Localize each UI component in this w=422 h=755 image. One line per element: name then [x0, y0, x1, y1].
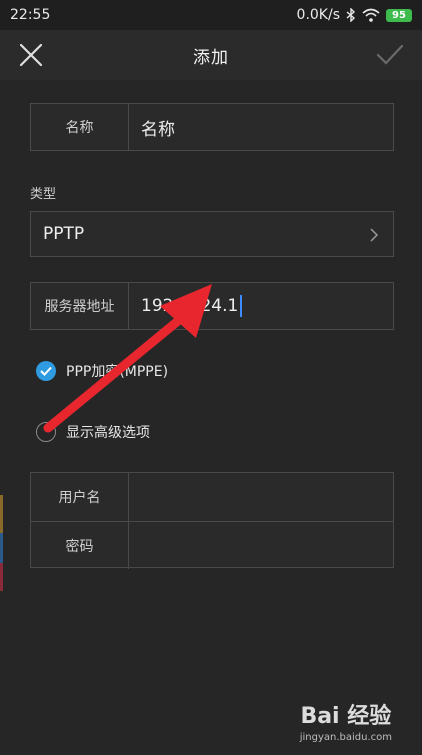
check-icon[interactable] — [376, 42, 404, 68]
edge-decoration — [0, 495, 3, 533]
server-input[interactable]: 192. .24.1 — [129, 283, 393, 329]
password-label: 密码 — [31, 522, 129, 569]
status-bar: 22:55 0.0K/s 95 — [0, 0, 422, 30]
status-time: 22:55 — [10, 7, 51, 23]
name-field[interactable]: 名称 名称 — [30, 103, 394, 151]
username-field[interactable]: 用户名 — [31, 473, 393, 521]
ppp-encryption-checkbox[interactable]: PPP加密(MPPE) — [36, 361, 168, 381]
server-label: 服务器地址 — [31, 283, 129, 329]
status-icons: 0.0K/s 95 — [297, 7, 412, 23]
baidu-watermark: Bai 经验 jingyan.baidu.com — [300, 698, 392, 743]
password-input[interactable] — [129, 522, 393, 569]
unchecked-icon — [36, 422, 56, 442]
password-field[interactable]: 密码 — [31, 521, 393, 569]
edge-decoration — [0, 533, 3, 563]
page-title: 添加 — [193, 47, 229, 68]
ppp-encryption-label: PPP加密(MPPE) — [66, 364, 169, 380]
advanced-options-label: 显示高级选项 — [66, 425, 150, 441]
wifi-icon — [362, 8, 380, 22]
server-value: 192. .24.1 — [141, 296, 239, 316]
server-field[interactable]: 服务器地址 192. .24.1 — [30, 282, 394, 330]
watermark-brand: Bai 经验 — [300, 704, 392, 729]
edge-decoration — [0, 563, 3, 591]
network-speed: 0.0K/s — [296, 7, 340, 23]
type-select[interactable]: PPTP — [30, 211, 394, 257]
type-section-label: 类型 — [30, 187, 57, 202]
credentials-group: 用户名 密码 — [30, 472, 394, 569]
type-value: PPTP — [43, 224, 85, 244]
app-header: 添加 — [0, 30, 422, 80]
username-input[interactable] — [129, 473, 393, 521]
username-label: 用户名 — [31, 473, 129, 521]
name-label: 名称 — [31, 104, 129, 150]
checked-icon — [36, 361, 56, 381]
battery-icon: 95 — [386, 8, 412, 22]
text-cursor — [240, 295, 243, 317]
close-icon[interactable] — [18, 42, 44, 68]
chevron-right-icon — [370, 228, 379, 242]
name-input[interactable]: 名称 — [129, 104, 393, 150]
watermark-url: jingyan.baidu.com — [299, 732, 392, 743]
advanced-options-checkbox[interactable]: 显示高级选项 — [36, 422, 150, 442]
bluetooth-icon — [346, 8, 356, 22]
